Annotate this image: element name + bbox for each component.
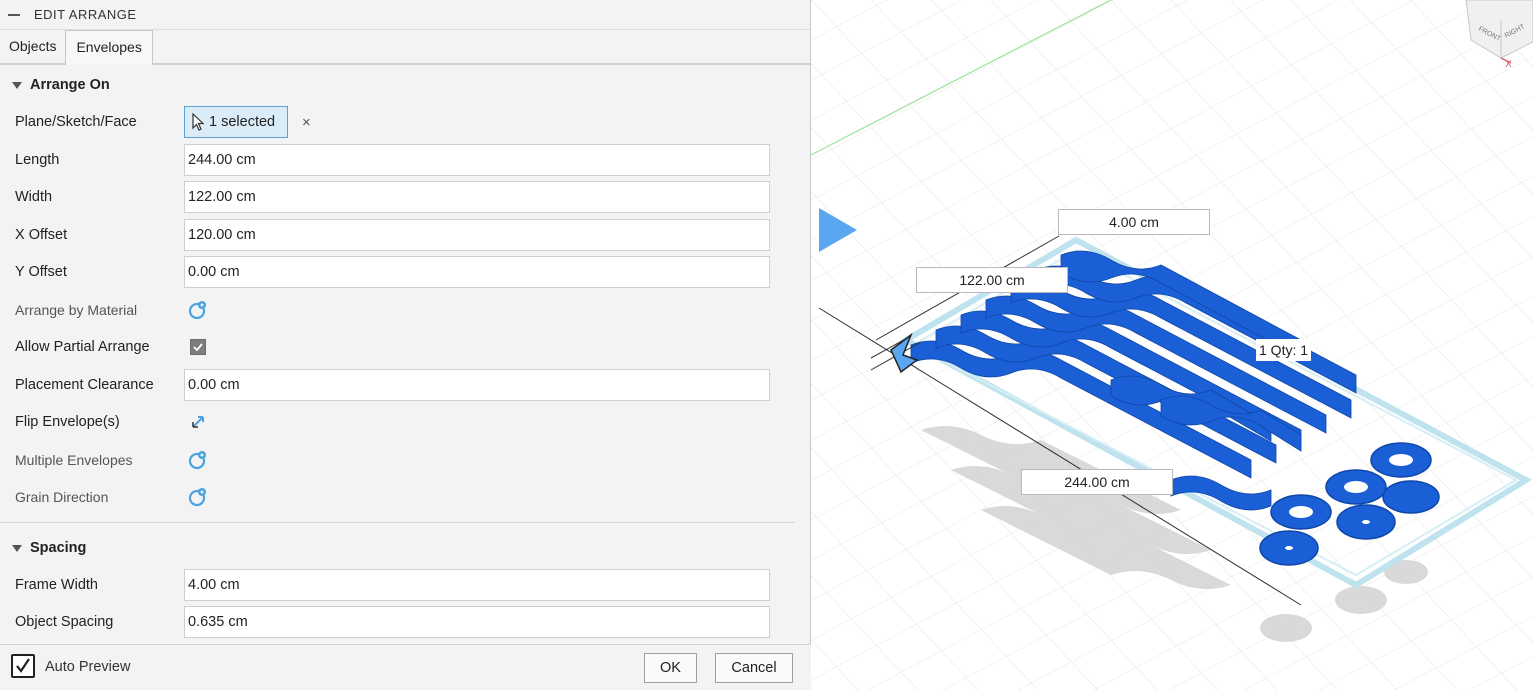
x-offset-row: X Offset 120.00 cm <box>0 219 800 251</box>
arrange-by-material-icon[interactable] <box>187 299 209 321</box>
check-icon <box>16 658 30 673</box>
tab-objects[interactable]: Objects <box>0 29 65 63</box>
object-spacing-input[interactable]: 0.635 cm <box>184 606 770 638</box>
length-dimension[interactable]: 244.00 cm <box>1021 469 1173 495</box>
length-input[interactable]: 244.00 cm <box>184 144 770 176</box>
placement-clearance-row: Placement Clearance 0.00 cm <box>0 369 800 401</box>
arrange-on-heading: Arrange On <box>30 77 110 93</box>
frame-width-label: Frame Width <box>15 577 98 593</box>
frame-width-input[interactable]: 4.00 cm <box>184 569 770 601</box>
grain-direction-row: Grain Direction <box>0 481 800 513</box>
edit-arrange-panel: EDIT ARRANGE Objects Envelopes Arrange O… <box>0 0 811 690</box>
allow-partial-row: Allow Partial Arrange <box>0 331 800 363</box>
plane-label: Plane/Sketch/Face <box>15 114 137 130</box>
placement-clearance-label: Placement Clearance <box>15 377 154 393</box>
tab-envelopes[interactable]: Envelopes <box>65 30 153 65</box>
arrange-on-section-header[interactable]: Arrange On <box>0 66 110 104</box>
length-label: Length <box>15 152 60 168</box>
width-row: Width 122.00 cm <box>0 181 800 213</box>
viewcube-x-axis-label: X <box>1505 59 1512 70</box>
spacing-section-header[interactable]: Spacing <box>0 529 86 567</box>
frame-width-row: Frame Width 4.00 cm <box>0 569 800 601</box>
frame-width-dimension[interactable]: 4.00 cm <box>1058 209 1210 235</box>
panel-footer: Auto Preview OK Cancel <box>0 644 811 690</box>
width-input[interactable]: 122.00 cm <box>184 181 770 213</box>
placement-clearance-input[interactable]: 0.00 cm <box>184 369 770 401</box>
object-spacing-label: Object Spacing <box>15 614 114 630</box>
arrange-by-material-row: Arrange by Material <box>0 294 800 326</box>
grain-direction-icon[interactable] <box>187 486 209 508</box>
x-offset-input[interactable]: 120.00 cm <box>184 219 770 251</box>
auto-preview-label: Auto Preview <box>45 659 131 675</box>
auto-preview-checkbox[interactable] <box>11 654 35 678</box>
panel-title: EDIT ARRANGE <box>34 7 137 22</box>
flip-envelope-row: Flip Envelope(s) <box>0 406 800 438</box>
plane-selection-value: 1 selected <box>209 114 276 130</box>
grain-direction-label: Grain Direction <box>15 489 109 505</box>
collapse-triangle-icon <box>12 544 22 552</box>
collapse-icon[interactable] <box>8 13 20 16</box>
y-offset-input[interactable]: 0.00 cm <box>184 256 770 288</box>
x-offset-label: X Offset <box>15 227 68 243</box>
ok-button[interactable]: OK <box>644 653 697 683</box>
spacing-heading: Spacing <box>30 540 87 556</box>
allow-partial-checkbox[interactable] <box>190 339 206 355</box>
object-spacing-row: Object Spacing 0.635 cm <box>0 606 800 638</box>
multiple-envelopes-label: Multiple Envelopes <box>15 452 133 468</box>
tab-bar: Objects Envelopes <box>0 30 810 65</box>
flip-envelope-label: Flip Envelope(s) <box>15 414 120 430</box>
allow-partial-label: Allow Partial Arrange <box>15 339 150 355</box>
width-label: Width <box>15 189 53 205</box>
length-row: Length 244.00 cm <box>0 144 800 176</box>
arrange-by-material-label: Arrange by Material <box>15 302 138 318</box>
scene-canvas[interactable]: FRONT RIGHT X <box>811 0 1533 690</box>
width-dimension[interactable]: 122.00 cm <box>916 267 1068 293</box>
cancel-button[interactable]: Cancel <box>715 653 793 683</box>
plane-selection-button[interactable]: 1 selected <box>184 106 288 138</box>
y-offset-label: Y Offset <box>15 264 67 280</box>
panel-header: EDIT ARRANGE <box>0 0 810 30</box>
y-offset-row: Y Offset 0.00 cm <box>0 256 800 288</box>
section-divider <box>0 522 795 523</box>
plane-row: Plane/Sketch/Face 1 selected × <box>0 106 800 138</box>
multiple-envelopes-row: Multiple Envelopes <box>0 444 800 476</box>
cursor-arrow-icon <box>192 113 205 131</box>
3d-viewport[interactable]: FRONT RIGHT X 4.00 cm 122.00 cm 244.00 c… <box>811 0 1533 690</box>
collapse-triangle-icon <box>12 81 22 89</box>
quantity-label: 1 Qty: 1 <box>1256 339 1312 361</box>
multiple-envelopes-icon[interactable] <box>187 449 209 471</box>
flip-icon[interactable] <box>187 411 209 433</box>
clear-selection-icon[interactable]: × <box>302 114 311 131</box>
check-icon <box>193 343 203 352</box>
